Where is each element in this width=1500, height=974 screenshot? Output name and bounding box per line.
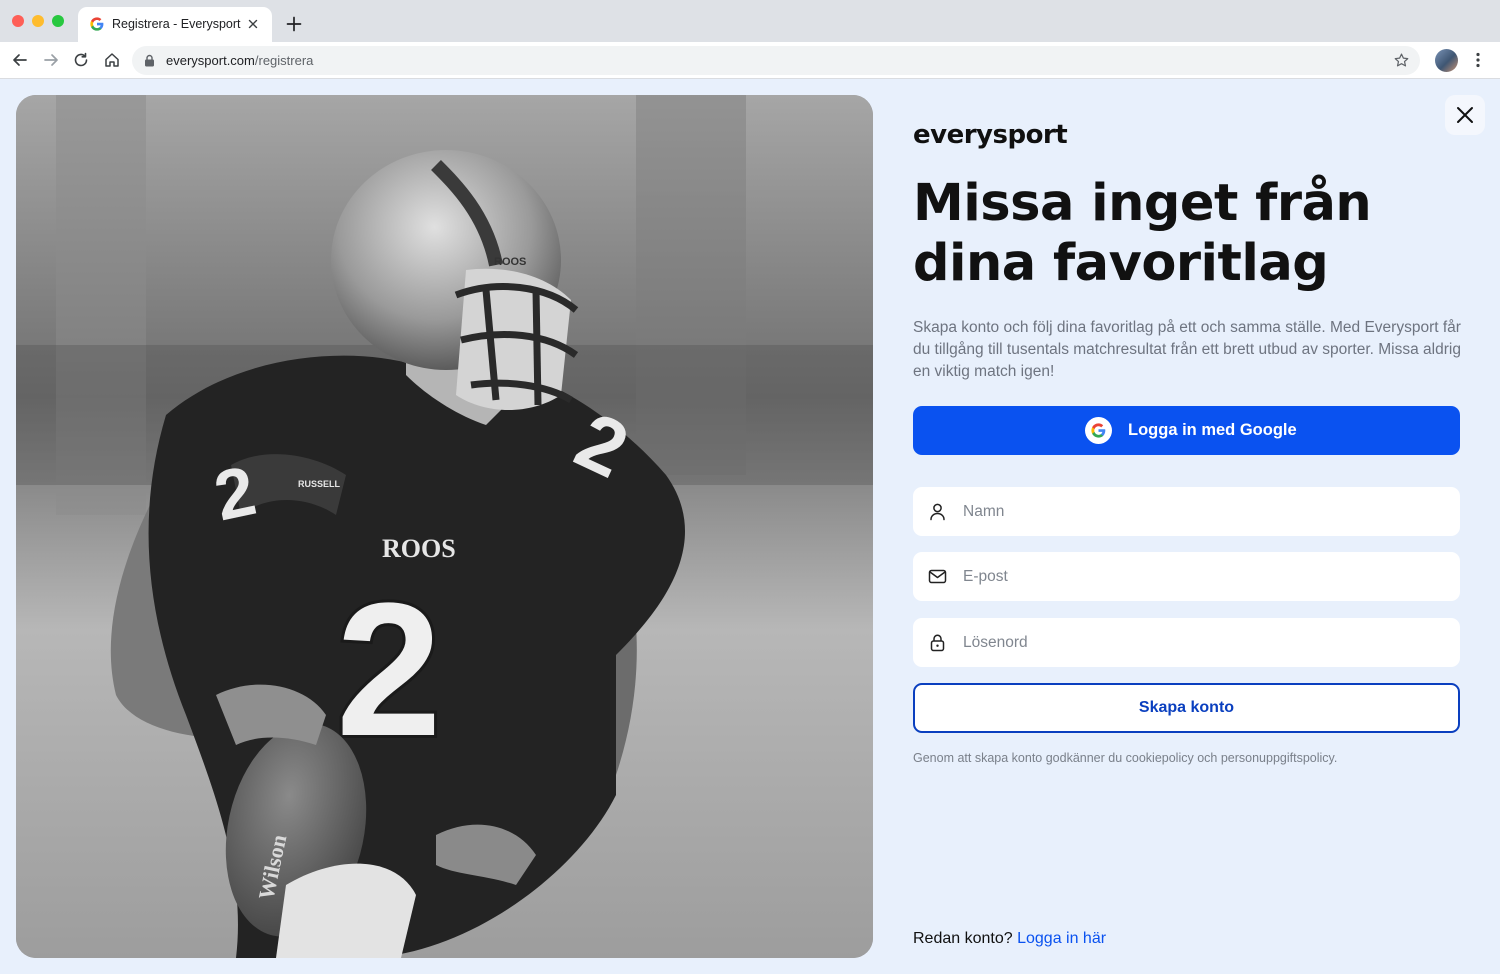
new-tab-icon[interactable] [284,14,304,34]
close-button[interactable] [1445,95,1485,135]
existing-account-row: Redan konto? Logga in här [913,930,1106,948]
jersey-brand: RUSSELL [298,479,341,489]
url-host: everysport.com [166,53,255,68]
tab-title: Registrera - Everysport [112,17,241,31]
create-account-button[interactable]: Skapa konto [913,683,1460,733]
helmet-label: ROOS [494,256,526,268]
star-icon[interactable] [1393,52,1410,69]
name-input[interactable] [963,487,1443,536]
arrow-right-icon[interactable] [42,51,60,69]
google-g-icon [90,17,104,31]
google-logo-badge [1085,417,1112,444]
everysport-logo[interactable]: everysport [913,120,1068,150]
password-field[interactable] [913,618,1460,667]
google-g-icon [1091,423,1106,438]
mail-icon [928,569,947,584]
google-login-label: Logga in med Google [1128,421,1297,439]
browser-toolbar: everysport.com/registrera [0,42,1500,79]
login-link[interactable]: Logga in här [1017,930,1106,947]
google-login-button[interactable]: Logga in med Google [913,406,1460,455]
home-icon[interactable] [103,51,121,69]
create-account-label: Skapa konto [1138,699,1235,716]
page-title: Missa inget från dina favoritlag [913,174,1372,293]
name-field[interactable] [913,487,1460,536]
window-close-button[interactable] [12,15,24,27]
window-minimize-button[interactable] [32,15,44,27]
email-input[interactable] [963,552,1443,601]
intro-text: Skapa konto och följ dina favoritlag på … [913,319,1461,380]
arrow-left-icon[interactable] [11,51,29,69]
reload-icon[interactable] [72,51,90,69]
address-bar[interactable]: everysport.com/registrera [132,46,1420,75]
existing-account-text: Redan konto? [913,930,1013,947]
lock-icon [145,54,154,67]
lock-icon [930,634,945,652]
tab-close-icon[interactable] [245,16,261,32]
window-maximize-button[interactable] [52,15,64,27]
terms-text: Genom att skapa konto godkänner du cooki… [913,751,1338,765]
email-field[interactable] [913,552,1460,601]
url-path: /registrera [254,53,314,68]
browser-tab[interactable]: Registrera - Everysport [78,7,272,42]
jersey-number: 2 [336,564,442,776]
user-icon [930,503,945,521]
url-text[interactable]: everysport.com/registrera [166,53,313,68]
jersey-name: ROOS [382,534,456,563]
profile-avatar[interactable] [1435,49,1458,72]
close-icon [1457,107,1473,123]
football-player-photo: 2 2 ROOS RUSSELL 2 ROOS Wilson [16,95,873,958]
password-input[interactable] [963,618,1443,667]
browser-tab-bar: Registrera - Everysport [0,0,1500,42]
more-vertical-icon[interactable] [1469,51,1487,69]
hero-image: 2 2 ROOS RUSSELL 2 ROOS Wilson [16,95,873,958]
